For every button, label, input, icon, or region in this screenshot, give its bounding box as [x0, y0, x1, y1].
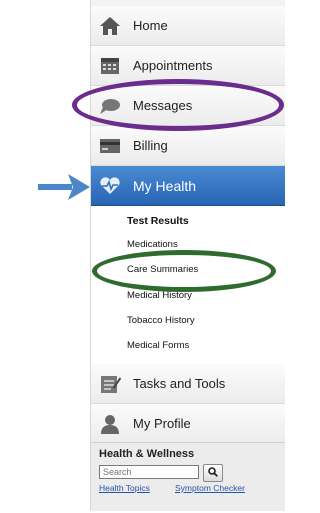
- user-icon: [99, 413, 121, 435]
- submenu-test-results[interactable]: Test Results: [127, 215, 189, 227]
- link-symptom-checker[interactable]: Symptom Checker: [175, 483, 245, 493]
- search-icon: [208, 464, 218, 482]
- nav-item-tasks-and-tools[interactable]: Tasks and Tools: [91, 364, 285, 404]
- checklist-icon: [99, 373, 121, 395]
- health-search-input[interactable]: [99, 465, 199, 479]
- care-summaries-highlight-ring: [92, 250, 276, 292]
- submenu-tobacco-history[interactable]: Tobacco History: [127, 315, 195, 326]
- submenu-medical-forms[interactable]: Medical Forms: [127, 340, 189, 351]
- annotation-arrow-icon: [38, 174, 90, 200]
- nav-label-tasks-and-tools: Tasks and Tools: [133, 376, 226, 391]
- nav-item-home[interactable]: Home: [91, 6, 285, 46]
- health-wellness-panel: Health & Wellness Health Topics Symptom …: [91, 442, 285, 511]
- nav-item-my-health[interactable]: My Health: [91, 166, 285, 206]
- messages-highlight-ring: [72, 79, 284, 131]
- heart-pulse-icon: [99, 175, 121, 197]
- nav-label-my-health: My Health: [133, 177, 197, 194]
- calendar-icon: [99, 55, 121, 77]
- credit-card-icon: [99, 135, 121, 157]
- nav-label-home: Home: [133, 18, 168, 33]
- search-button[interactable]: [203, 464, 223, 482]
- nav-item-billing[interactable]: Billing: [91, 126, 285, 166]
- nav-label-appointments: Appointments: [133, 58, 213, 73]
- nav-label-billing: Billing: [133, 138, 168, 153]
- nav-item-my-profile[interactable]: My Profile: [91, 404, 285, 444]
- home-icon: [99, 15, 121, 37]
- link-health-topics[interactable]: Health Topics: [99, 483, 150, 493]
- submenu-medications[interactable]: Medications: [127, 239, 178, 250]
- health-wellness-title: Health & Wellness: [99, 448, 195, 460]
- nav-label-my-profile: My Profile: [133, 416, 191, 431]
